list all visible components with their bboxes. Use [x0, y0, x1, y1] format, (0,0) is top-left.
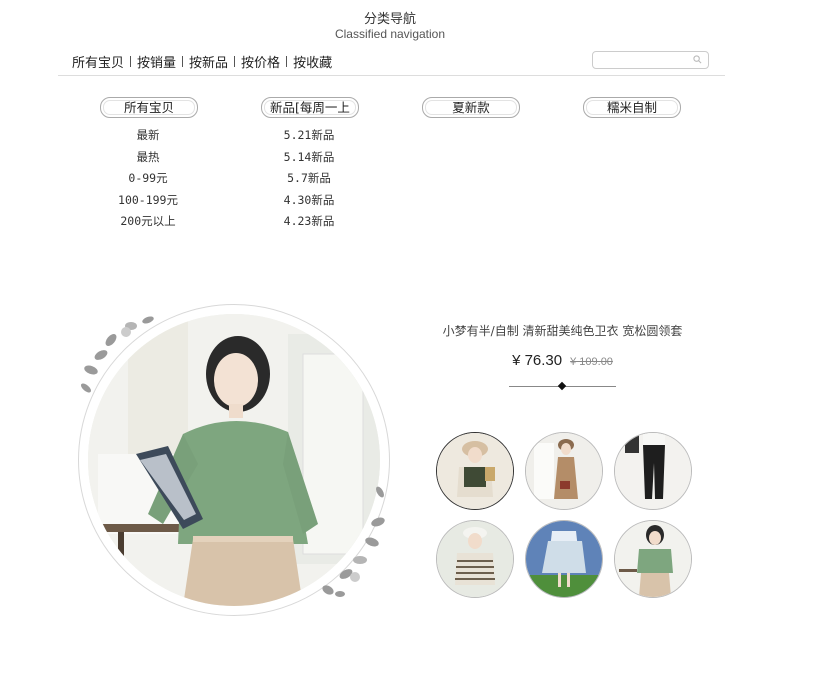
category-link[interactable]: 0-99元	[93, 170, 203, 192]
search-box	[592, 51, 709, 72]
nav-separator	[234, 56, 236, 67]
category-custom-button[interactable]: 糯米自制	[583, 97, 681, 118]
nav-separator	[182, 56, 184, 67]
category-link[interactable]: 5.21新品	[254, 127, 364, 149]
thumbnail-image	[526, 521, 602, 597]
category-link[interactable]: 最新	[93, 127, 203, 149]
category-link[interactable]: 5.7新品	[254, 170, 364, 192]
thumbnail-image	[615, 433, 691, 509]
leaf-decoration-icon	[322, 486, 385, 597]
nav-by-price[interactable]: 按价格	[241, 52, 280, 71]
nav-separator	[130, 56, 132, 67]
nav-separator	[286, 56, 288, 67]
section-title: 分类导航	[363, 12, 416, 27]
category-new-button[interactable]: 新品[每周一上	[261, 97, 359, 118]
original-price: ¥ 109.00	[570, 356, 613, 368]
thumbnail-image	[526, 433, 602, 509]
category-link[interactable]: 最热	[93, 149, 203, 171]
category-link[interactable]: 4.23新品	[254, 213, 364, 235]
thumbnail-3[interactable]	[614, 432, 692, 510]
sort-nav: 所有宝贝 按销量 按新品 按价格 按收藏	[72, 52, 332, 71]
nav-by-new[interactable]: 按新品	[189, 52, 228, 71]
thumbnail-1[interactable]	[436, 432, 514, 510]
category-link[interactable]: 5.14新品	[254, 149, 364, 171]
search-icon[interactable]	[693, 55, 702, 64]
category-link[interactable]: 200元以上	[93, 213, 203, 235]
nav-all-items[interactable]: 所有宝贝	[72, 52, 124, 71]
nav-by-favorites[interactable]: 按收藏	[293, 52, 332, 71]
search-input[interactable]	[597, 57, 689, 72]
category-all-list: 最新 最热 0-99元 100-199元 200元以上	[93, 127, 203, 235]
product-price: ¥ 76.30 ¥ 109.00	[420, 350, 705, 369]
thumbnail-4[interactable]	[436, 520, 514, 598]
thumbnail-5[interactable]	[525, 520, 603, 598]
thumbnail-2[interactable]	[525, 432, 603, 510]
section-subtitle: Classified navigation	[334, 27, 446, 41]
nav-by-sales[interactable]: 按销量	[137, 52, 176, 71]
category-link[interactable]: 100-199元	[93, 192, 203, 214]
category-link[interactable]: 4.30新品	[254, 192, 364, 214]
category-new-list: 5.21新品 5.14新品 5.7新品 4.30新品 4.23新品	[254, 127, 364, 235]
product-photo-frame	[78, 304, 390, 616]
category-summer-button[interactable]: 夏新款	[422, 97, 520, 118]
header-divider	[58, 75, 725, 76]
thumbnail-6[interactable]	[614, 520, 692, 598]
current-price: ¥ 76.30	[512, 352, 563, 369]
product-title[interactable]: 小梦有半/自制 清新甜美纯色卫衣 宽松圆领套	[420, 322, 705, 339]
diamond-icon	[557, 381, 567, 391]
thumbnail-image	[437, 521, 513, 597]
thumbnail-image	[615, 521, 691, 597]
thumbnail-image	[437, 433, 513, 509]
category-all-button[interactable]: 所有宝贝	[100, 97, 198, 118]
